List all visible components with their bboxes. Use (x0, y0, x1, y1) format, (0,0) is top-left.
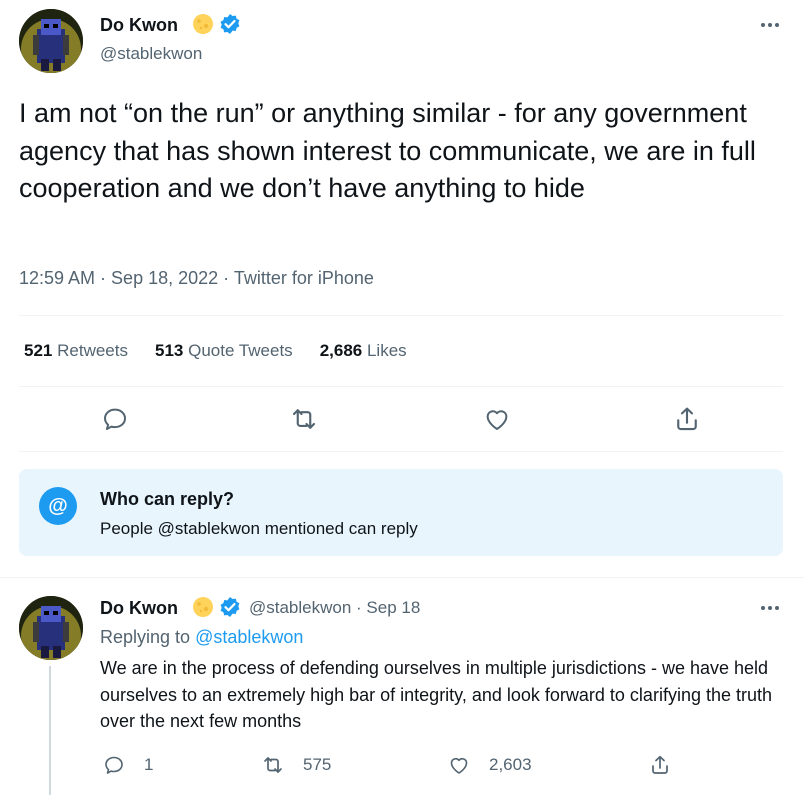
share-action[interactable] (648, 753, 690, 777)
reply-icon (105, 756, 123, 774)
more-options-icon[interactable] (759, 603, 781, 613)
like-icon[interactable] (482, 404, 512, 434)
retweet-count: 575 (303, 755, 332, 774)
stat-retweets[interactable]: 521 Retweets (24, 341, 128, 361)
who-can-reply-title: Who can reply? (100, 489, 235, 509)
reply-action[interactable]: 1 (102, 753, 153, 777)
share-icon[interactable] (672, 404, 702, 434)
reply-author-name[interactable]: Do Kwon (100, 598, 178, 619)
reply-icon[interactable] (100, 404, 130, 434)
retweet-icon[interactable] (289, 404, 319, 434)
mention-icon: @ (39, 487, 77, 525)
tweet-stats: 521 Retweets 513 Quote Tweets 2,686 Like… (24, 341, 434, 361)
who-can-reply-notice: @ Who can reply? People @stablekwon ment… (19, 469, 783, 556)
divider (0, 577, 804, 578)
moon-badge-icon (193, 597, 213, 617)
author-handle[interactable]: @stablekwon (100, 44, 202, 64)
divider (19, 386, 783, 387)
share-icon (652, 755, 668, 774)
replying-to-handle[interactable]: @stablekwon (195, 627, 303, 647)
verified-badge-icon (220, 597, 240, 617)
moon-badge-icon (193, 14, 213, 34)
tweet-text: I am not “on the run” or anything simila… (19, 98, 756, 203)
who-can-reply-subtitle: People @stablekwon mentioned can reply (100, 519, 418, 538)
reply-count: 1 (144, 755, 154, 774)
thread-connector-line (49, 666, 51, 795)
author-avatar[interactable] (19, 9, 83, 73)
more-options-icon[interactable] (759, 20, 781, 30)
like-count: 2,603 (489, 755, 532, 774)
reply-author-avatar[interactable] (19, 596, 83, 660)
reply-handle-and-date[interactable]: @stablekwon · Sep 18 (249, 598, 420, 618)
reply-tweet-text: We are in the process of defending ourse… (100, 658, 773, 731)
stat-quote-tweets[interactable]: 513 Quote Tweets (155, 341, 293, 361)
author-name[interactable]: Do Kwon (100, 15, 178, 36)
verified-badge-icon (220, 14, 240, 34)
replying-to: Replying to @stablekwon (100, 627, 304, 647)
retweet-icon (264, 757, 282, 773)
divider (19, 315, 783, 316)
like-icon (450, 758, 468, 774)
retweet-action[interactable]: 575 (261, 753, 331, 777)
like-action[interactable]: 2,603 (447, 753, 532, 777)
divider (19, 451, 783, 452)
tweet-meta[interactable]: 12:59 AM · Sep 18, 2022 · Twitter for iP… (19, 268, 374, 289)
stat-likes[interactable]: 2,686 Likes (320, 341, 407, 361)
